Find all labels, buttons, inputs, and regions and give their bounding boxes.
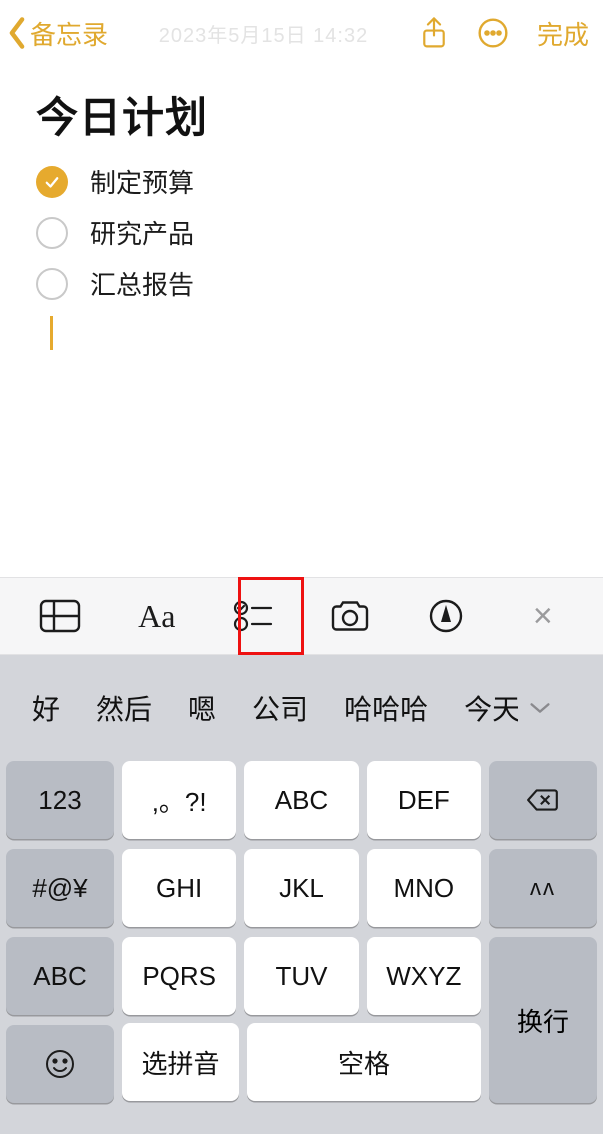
format-toolbar: Aa × (0, 577, 603, 655)
checkbox-empty-icon[interactable] (36, 217, 68, 249)
key-tuv[interactable]: TUV (244, 937, 358, 1015)
delete-icon (526, 783, 560, 817)
checkbox-checked-icon[interactable] (36, 166, 68, 198)
camera-icon (329, 599, 371, 633)
key-def[interactable]: DEF (367, 761, 481, 839)
close-toolbar-button[interactable]: × (513, 589, 573, 643)
kaomoji-icon: ᴧᴧ (530, 875, 556, 901)
table-icon (39, 599, 81, 633)
key-face[interactable]: ᴧᴧ (489, 849, 597, 927)
key-jkl[interactable]: JKL (244, 849, 358, 927)
checklist-item[interactable]: 研究产品 (36, 214, 567, 251)
key-select-pinyin[interactable]: 选拼音 (122, 1023, 239, 1101)
key-enter[interactable]: 换行 (489, 937, 597, 1103)
markup-icon (428, 598, 464, 634)
key-ghi[interactable]: GHI (122, 849, 236, 927)
key-punct[interactable]: ,。?! (122, 761, 236, 839)
key-delete[interactable] (489, 761, 597, 839)
key-space[interactable]: 空格 (247, 1023, 481, 1101)
chevron-left-icon (6, 16, 28, 50)
key-abc-mode[interactable]: ABC (6, 937, 114, 1015)
keyboard: 好 然后 嗯 公司 哈哈哈 今天 123 ,。?! ABC DEF #@¥ GH… (0, 655, 603, 1134)
key-wxyz[interactable]: WXYZ (367, 937, 481, 1015)
markup-button[interactable] (416, 589, 476, 643)
checklist-icon (233, 599, 273, 633)
table-button[interactable] (30, 589, 90, 643)
note-timestamp: 2023年5月15日 14:32 (108, 19, 419, 48)
key-pqrs[interactable]: PQRS (122, 937, 236, 1015)
candidate[interactable]: 然后 (78, 688, 170, 728)
candidate[interactable]: 哈哈哈 (326, 688, 446, 728)
note-body[interactable]: 今日计划 制定预算 研究产品 汇总报告 (0, 66, 603, 350)
checklist-text[interactable]: 汇总报告 (90, 265, 194, 302)
candidate[interactable]: 公司 (234, 688, 326, 728)
share-icon (419, 16, 449, 50)
checklist-item[interactable]: 汇总报告 (36, 265, 567, 302)
top-nav: 备忘录 2023年5月15日 14:32 完成 (0, 0, 603, 66)
text-cursor (50, 316, 53, 350)
emoji-icon (44, 1048, 76, 1080)
back-button[interactable]: 备忘录 (6, 15, 108, 52)
checklist-button[interactable] (223, 589, 283, 643)
expand-candidates-button[interactable] (518, 686, 562, 730)
camera-button[interactable] (320, 589, 380, 643)
ellipsis-circle-icon (477, 17, 509, 49)
more-button[interactable] (477, 17, 509, 49)
checklist-text[interactable]: 制定预算 (90, 163, 194, 200)
back-label: 备忘录 (30, 15, 108, 52)
checkbox-empty-icon[interactable] (36, 268, 68, 300)
key-abc[interactable]: ABC (244, 761, 358, 839)
done-button[interactable]: 完成 (537, 15, 589, 52)
checklist-text[interactable]: 研究产品 (90, 214, 194, 251)
key-emoji[interactable] (6, 1025, 114, 1103)
text-format-button[interactable]: Aa (127, 589, 187, 643)
chevron-down-icon (528, 700, 552, 716)
key-symbols[interactable]: #@¥ (6, 849, 114, 927)
candidate[interactable]: 好 (14, 688, 78, 728)
candidate[interactable]: 嗯 (170, 688, 234, 728)
candidate-row: 好 然后 嗯 公司 哈哈哈 今天 (0, 655, 603, 761)
key-123[interactable]: 123 (6, 761, 114, 839)
checklist-item[interactable]: 制定预算 (36, 163, 567, 200)
key-mno[interactable]: MNO (367, 849, 481, 927)
note-title[interactable]: 今日计划 (36, 84, 567, 145)
candidate[interactable]: 今天 (446, 688, 518, 728)
share-button[interactable] (419, 16, 449, 50)
